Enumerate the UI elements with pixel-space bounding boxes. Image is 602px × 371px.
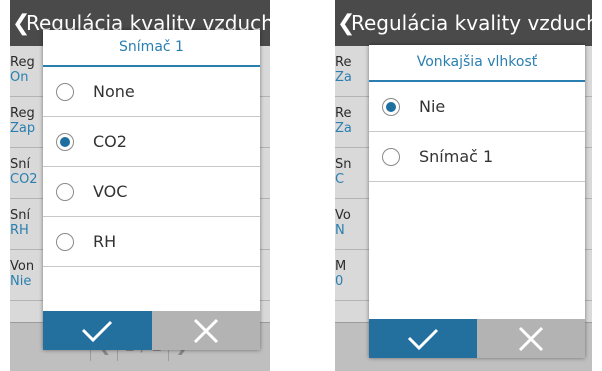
close-icon <box>193 318 218 343</box>
chevron-left-icon[interactable]: ❮ <box>337 1 355 46</box>
radio-button[interactable] <box>382 147 400 166</box>
option-none[interactable]: None <box>43 67 260 117</box>
chevron-left-icon[interactable]: ❮ <box>12 1 30 46</box>
option-label: Snímač 1 <box>419 147 494 166</box>
checkmark-icon <box>82 320 113 342</box>
radio-button[interactable] <box>56 182 74 201</box>
option-voc[interactable]: VOC <box>43 167 260 217</box>
option-snimac-1[interactable]: Snímač 1 <box>369 132 585 182</box>
cancel-button[interactable] <box>477 319 585 358</box>
selection-dialog: Snímač 1 None CO2 VOC RH <box>43 30 260 350</box>
option-label: RH <box>93 232 117 251</box>
confirm-button[interactable] <box>369 319 477 358</box>
dialog-button-bar <box>43 311 260 350</box>
option-co2[interactable]: CO2 <box>43 117 260 167</box>
option-rh[interactable]: RH <box>43 217 260 267</box>
option-nie[interactable]: Nie <box>369 82 585 132</box>
header-bar: ❮Regulácia kvality vzduchu <box>335 0 592 46</box>
option-label: CO2 <box>93 132 127 151</box>
radio-button[interactable] <box>56 232 74 251</box>
close-icon <box>518 326 544 351</box>
right-screen: ❮Regulácia kvality vzduchu Re Za Re Za Sn C… <box>335 0 592 371</box>
dialog-button-bar <box>369 319 585 358</box>
checkmark-icon <box>407 328 439 350</box>
confirm-button[interactable] <box>43 311 152 350</box>
radio-button-selected[interactable] <box>56 132 74 151</box>
dialog-title: Vonkajšia vlhkosť <box>369 45 585 82</box>
cancel-button[interactable] <box>151 311 260 350</box>
option-label: VOC <box>93 182 128 201</box>
radio-button-selected[interactable] <box>382 97 400 116</box>
option-label: None <box>93 82 135 101</box>
radio-button[interactable] <box>56 82 74 101</box>
left-screen: ❮Regulácia kvality vzduchu Reg On Reg Zap … <box>10 0 270 371</box>
header-title: Regulácia kvality vzduchu <box>351 11 592 35</box>
option-label: Nie <box>419 97 446 116</box>
selection-dialog: Vonkajšia vlhkosť Nie Snímač 1 <box>369 45 585 358</box>
dialog-title: Snímač 1 <box>43 30 260 67</box>
